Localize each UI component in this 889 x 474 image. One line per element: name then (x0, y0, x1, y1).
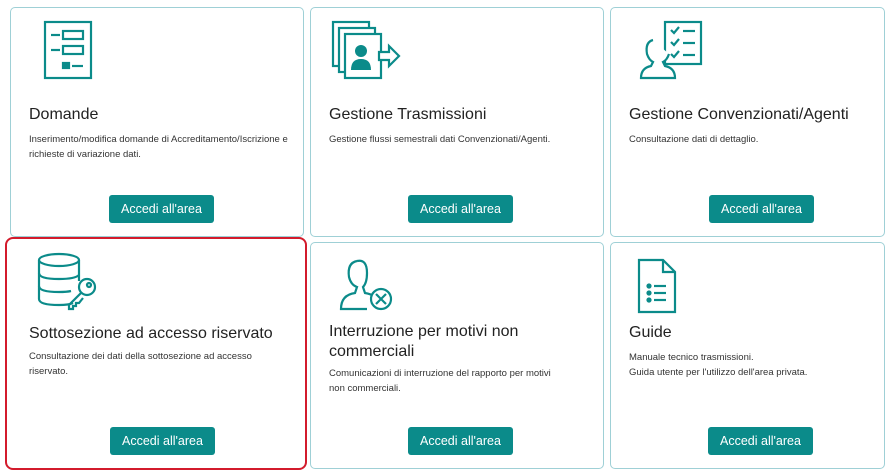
card-gestione-convenzionati: Gestione Convenzionati/Agenti Consultazi… (610, 7, 885, 237)
card-interruzione: Interruzione per motivi non commerciali … (310, 242, 604, 469)
card-description-line-2: Guida utente per l'utilizzo dell'area pr… (629, 367, 808, 378)
card-description-line-1: Manuale tecnico trasmissioni. (629, 352, 754, 363)
database-key-icon (35, 251, 101, 313)
card-title: Domande (29, 106, 99, 123)
access-area-button[interactable]: Accedi all'area (110, 427, 215, 455)
card-guide: Guide Manuale tecnico trasmissioni. Guid… (610, 242, 885, 469)
card-description: Inserimento/modifica domande di Accredit… (29, 134, 288, 160)
card-title: Sottosezione ad accesso riservato (29, 325, 273, 342)
card-title: Gestione Convenzionati/Agenti (629, 106, 849, 123)
card-title: Guide (629, 324, 672, 341)
card-domande: Domande Inserimento/modifica domande di … (10, 7, 304, 237)
card-sottosezione-riservata: Sottosezione ad accesso riservato Consul… (5, 237, 307, 470)
access-area-button[interactable]: Accedi all'area (408, 427, 513, 455)
card-title: Interruzione per motivi non commerciali (329, 323, 519, 360)
card-title: Gestione Trasmissioni (329, 106, 487, 123)
card-description: Gestione flussi semestrali dati Convenzi… (329, 134, 551, 145)
access-area-button[interactable]: Accedi all'area (408, 195, 513, 223)
card-description: Consultazione dei dati della sottosezion… (29, 351, 252, 377)
access-area-button[interactable]: Accedi all'area (708, 427, 813, 455)
form-icon (39, 18, 99, 80)
access-area-button[interactable]: Accedi all'area (109, 195, 214, 223)
card-description: Consultazione dati di dettaglio. (629, 134, 759, 145)
access-area-button[interactable]: Accedi all'area (709, 195, 814, 223)
card-description: Comunicazioni di interruzione del rappor… (329, 368, 551, 394)
user-remove-icon (337, 251, 399, 313)
document-list-icon (635, 255, 679, 317)
transmission-icon (331, 18, 401, 80)
user-checklist-icon (639, 18, 705, 80)
card-gestione-trasmissioni: Gestione Trasmissioni Gestione flussi se… (310, 7, 604, 237)
